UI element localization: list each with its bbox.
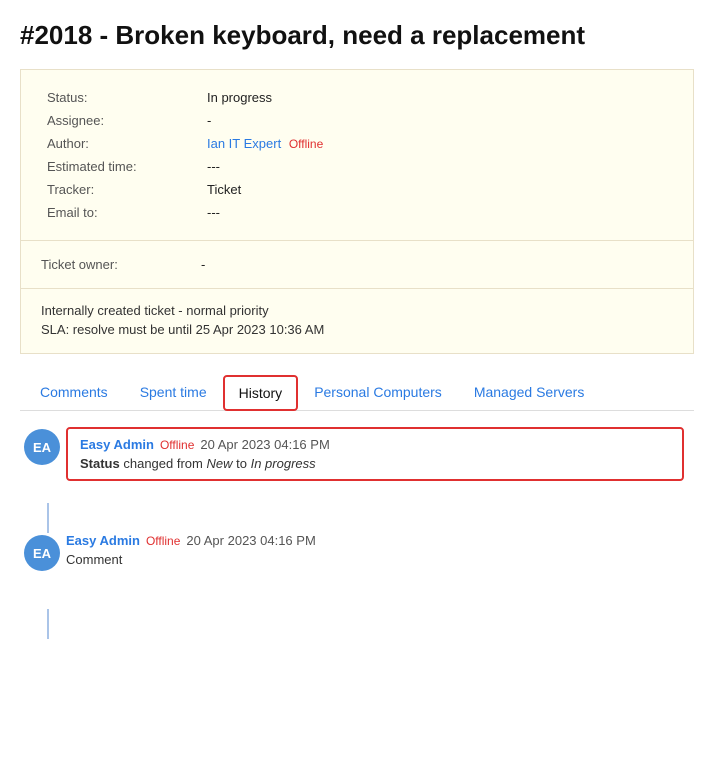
timeline-line-2	[47, 609, 49, 639]
email-value: ---	[201, 201, 673, 224]
ticket-owner-label: Ticket owner:	[41, 253, 201, 276]
history-meta-1: Easy Admin Offline 20 Apr 2023 04:16 PM	[80, 437, 670, 452]
notes-section: Internally created ticket - normal prior…	[20, 289, 694, 354]
history-offline-2: Offline	[146, 534, 180, 548]
comment-text-2: Comment	[66, 552, 684, 567]
history-user-1: Easy Admin	[80, 437, 154, 452]
estimated-value: ---	[201, 155, 673, 178]
author-cell: Ian IT Expert Offline	[201, 132, 673, 155]
timeline-col-2: EA	[30, 533, 66, 639]
assignee-label: Assignee:	[41, 109, 201, 132]
timeline-col-1: EA	[30, 427, 66, 533]
ticket-owner-section: Ticket owner: -	[20, 241, 694, 289]
ticket-owner-value: -	[201, 257, 205, 272]
tab-history[interactable]: History	[223, 375, 299, 411]
body-to-connector: to	[236, 456, 250, 471]
history-section: EA Easy Admin Offline 20 Apr 2023 04:16 …	[20, 411, 694, 655]
author-label: Author:	[41, 132, 201, 155]
history-user-2: Easy Admin	[66, 533, 140, 548]
status-row: Status: In progress	[41, 86, 673, 109]
ticket-title: #2018 - Broken keyboard, need a replacem…	[20, 20, 694, 51]
estimated-row: Estimated time: ---	[41, 155, 673, 178]
history-offline-1: Offline	[160, 438, 194, 452]
entry-body-2: Easy Admin Offline 20 Apr 2023 04:16 PM …	[66, 533, 684, 639]
tabs-section: Comments Spent time History Personal Com…	[20, 374, 694, 411]
history-entry-1: EA Easy Admin Offline 20 Apr 2023 04:16 …	[30, 427, 684, 533]
status-label: Status:	[41, 86, 201, 109]
notes-line1: Internally created ticket - normal prior…	[41, 303, 673, 318]
history-highlighted-box: Easy Admin Offline 20 Apr 2023 04:16 PM …	[66, 427, 684, 481]
status-value: In progress	[201, 86, 673, 109]
email-label: Email to:	[41, 201, 201, 224]
entry-body-1: Easy Admin Offline 20 Apr 2023 04:16 PM …	[66, 427, 684, 533]
author-row: Author: Ian IT Expert Offline	[41, 132, 673, 155]
estimated-label: Estimated time:	[41, 155, 201, 178]
assignee-row: Assignee: -	[41, 109, 673, 132]
body-status-word: Status	[80, 456, 120, 471]
avatar-1: EA	[24, 429, 60, 465]
info-section: Status: In progress Assignee: - Author: …	[20, 69, 694, 241]
history-body-1: Status changed from New to In progress	[80, 456, 670, 471]
history-timestamp-2: 20 Apr 2023 04:16 PM	[186, 533, 315, 548]
ticket-owner-row: Ticket owner: -	[41, 253, 673, 276]
tab-managed-servers[interactable]: Managed Servers	[458, 374, 601, 410]
sla-text: SLA: resolve must be until 25 Apr 2023 1…	[41, 322, 673, 337]
author-link[interactable]: Ian IT Expert	[207, 136, 281, 151]
history-meta-2: Easy Admin Offline 20 Apr 2023 04:16 PM	[66, 533, 684, 548]
tracker-label: Tracker:	[41, 178, 201, 201]
email-row: Email to: ---	[41, 201, 673, 224]
body-changed-text: changed from	[123, 456, 203, 471]
author-offline-badge: Offline	[289, 137, 323, 151]
history-timestamp-1: 20 Apr 2023 04:16 PM	[200, 437, 329, 452]
history-entry-2: EA Easy Admin Offline 20 Apr 2023 04:16 …	[30, 533, 684, 639]
avatar-2: EA	[24, 535, 60, 571]
tracker-value: Ticket	[201, 178, 673, 201]
info-table: Status: In progress Assignee: - Author: …	[41, 86, 673, 224]
tab-personal-computers[interactable]: Personal Computers	[298, 374, 458, 410]
assignee-value: -	[201, 109, 673, 132]
body-to-value: In progress	[251, 456, 316, 471]
tab-comments[interactable]: Comments	[24, 374, 124, 410]
body-from: New	[206, 456, 232, 471]
timeline-line-1	[47, 503, 49, 533]
tracker-row: Tracker: Ticket	[41, 178, 673, 201]
history-content-2: Easy Admin Offline 20 Apr 2023 04:16 PM …	[66, 533, 684, 567]
tab-spent-time[interactable]: Spent time	[124, 374, 223, 410]
